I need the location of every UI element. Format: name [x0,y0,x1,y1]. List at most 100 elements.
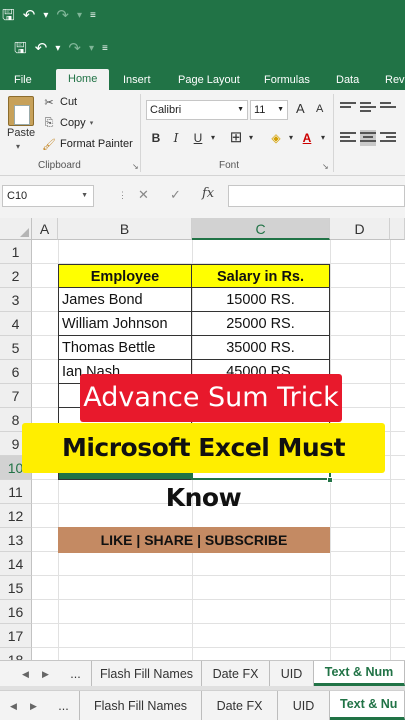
customize-qat-icon[interactable]: ≡ [90,8,96,23]
align-bottom-icon[interactable] [380,100,396,116]
tab-review[interactable]: Rev [385,70,405,90]
italic-button[interactable]: I [170,128,182,148]
name-box[interactable]: C10 ▼ [2,185,94,207]
cut-button[interactable]: ✂ Cut [42,94,77,110]
scroll-left-icon[interactable]: ◀ [10,701,17,712]
borders-dropdown-icon[interactable]: ▾ [246,128,256,148]
scroll-right-icon[interactable]: ▶ [42,669,49,680]
row-header[interactable]: 18 [0,648,32,660]
sheet-tab-more[interactable]: ... [60,661,92,686]
row-header[interactable]: 13 [0,528,32,552]
paste-icon[interactable] [8,96,34,126]
underline-dropdown-icon[interactable]: ▾ [208,128,218,148]
sheet-tab-text-num[interactable]: Text & Num [314,661,405,686]
row-header[interactable]: 12 [0,504,32,528]
row-header[interactable]: 2 [0,264,32,288]
tab-insert[interactable]: Insert [123,70,151,90]
undo-dropdown-icon[interactable]: ▾ [55,41,60,56]
customize-qat-icon[interactable]: ≡ [102,41,108,56]
row-header[interactable]: 7 [0,384,32,408]
grow-font-button[interactable]: A [296,101,305,116]
underline-button[interactable]: U [192,128,204,148]
undo-icon[interactable]: ↶ [23,8,36,23]
tab-data[interactable]: Data [336,70,359,90]
undo-icon[interactable]: ↶ [35,41,48,56]
sheet-tab-flash-fill-names[interactable]: Flash Fill Names [92,661,202,686]
sheet-tab-more[interactable]: ... [48,691,80,720]
select-all-button[interactable] [0,218,32,240]
sheet-tab-date-fx[interactable]: Date FX [202,691,278,720]
redo-icon[interactable]: ↷ [56,8,69,23]
row-header[interactable]: 15 [0,576,32,600]
column-header-e[interactable] [390,218,405,240]
align-left-icon[interactable] [340,130,356,146]
save-icon[interactable]: 🖫 [2,8,15,23]
fill-color-icon[interactable]: ◈ [268,128,284,148]
row-header[interactable]: 16 [0,600,32,624]
row-header[interactable]: 4 [0,312,32,336]
shrink-font-button[interactable]: A [316,103,323,115]
align-center-icon[interactable] [360,130,376,146]
font-size-select[interactable]: 11 ▼ [250,100,288,120]
scroll-right-icon[interactable]: ▶ [30,701,37,712]
tab-page-layout[interactable]: Page Layout [178,70,240,90]
tab-home[interactable]: Home [56,69,110,90]
sheet-tab-flash-fill-names[interactable]: Flash Fill Names [80,691,202,720]
row-header[interactable]: 11 [0,480,32,504]
format-painter-button[interactable]: 🖌 Format Painter [42,136,133,152]
group-divider [333,94,334,172]
table-row-name[interactable]: William Johnson [58,312,192,336]
sheet-tab-text-num[interactable]: Text & Nu [330,691,405,720]
column-header-d[interactable]: D [330,218,390,240]
sheet-tab-date-fx[interactable]: Date FX [202,661,270,686]
font-color-dropdown-icon[interactable]: ▾ [318,128,328,148]
save-icon[interactable]: 🖫 [14,41,27,56]
font-name-select[interactable]: Calibri ▼ [146,100,248,120]
row-header[interactable]: 5 [0,336,32,360]
table-row-name[interactable]: James Bond [58,288,192,312]
row-header[interactable]: 6 [0,360,32,384]
formula-input[interactable] [228,185,405,207]
fill-color-dropdown-icon[interactable]: ▾ [286,128,296,148]
tab-file[interactable]: File [14,70,32,90]
row-header[interactable]: 17 [0,624,32,648]
redo-dropdown-icon[interactable]: ▾ [77,8,82,23]
sheet-tab-bar: ◀ ▶ ... Flash Fill Names Date FX UID Tex… [0,660,405,686]
bold-button[interactable]: B [150,128,162,148]
clipboard-launcher-icon[interactable]: ↘ [132,162,139,171]
sheet-tab-uid[interactable]: UID [278,691,330,720]
column-header-a[interactable]: A [32,218,58,240]
table-header-salary[interactable]: Salary in Rs. [191,264,330,288]
scroll-left-icon[interactable]: ◀ [22,669,29,680]
table-row-salary[interactable]: 25000 RS. [192,312,330,336]
row-header[interactable]: 3 [0,288,32,312]
paste-dropdown-icon[interactable]: ▾ [16,142,20,151]
redo-icon[interactable]: ↷ [68,41,81,56]
align-middle-icon[interactable] [360,100,376,116]
column-header-c[interactable]: C [192,218,330,240]
undo-dropdown-icon[interactable]: ▾ [43,8,48,23]
fill-handle[interactable] [327,477,333,483]
more-options-icon[interactable]: ⋮ [118,190,127,201]
table-header-employee[interactable]: Employee [58,264,192,288]
sheet-tab-uid[interactable]: UID [270,661,314,686]
insert-function-button[interactable]: fx [202,186,214,201]
table-row-salary[interactable]: 15000 RS. [192,288,330,312]
copy-button[interactable]: ⎘ Copy ▾ [42,115,94,131]
redo-dropdown-icon[interactable]: ▾ [89,41,94,56]
borders-icon[interactable]: ⊞ [228,128,244,148]
enter-icon[interactable]: ✓ [170,187,181,203]
font-color-icon[interactable]: A [300,128,314,148]
font-launcher-icon[interactable]: ↘ [322,162,329,171]
cancel-icon[interactable]: ✕ [138,187,149,203]
copy-dropdown-icon[interactable]: ▾ [90,119,94,127]
tab-formulas[interactable]: Formulas [264,70,310,90]
row-header[interactable]: 1 [0,240,32,264]
paste-button[interactable]: Paste [7,127,35,139]
row-header[interactable]: 14 [0,552,32,576]
table-row-name[interactable]: Thomas Bettle [58,336,192,360]
align-right-icon[interactable] [380,130,396,146]
column-header-b[interactable]: B [58,218,192,240]
align-top-icon[interactable] [340,100,356,116]
table-row-salary[interactable]: 35000 RS. [192,336,330,360]
